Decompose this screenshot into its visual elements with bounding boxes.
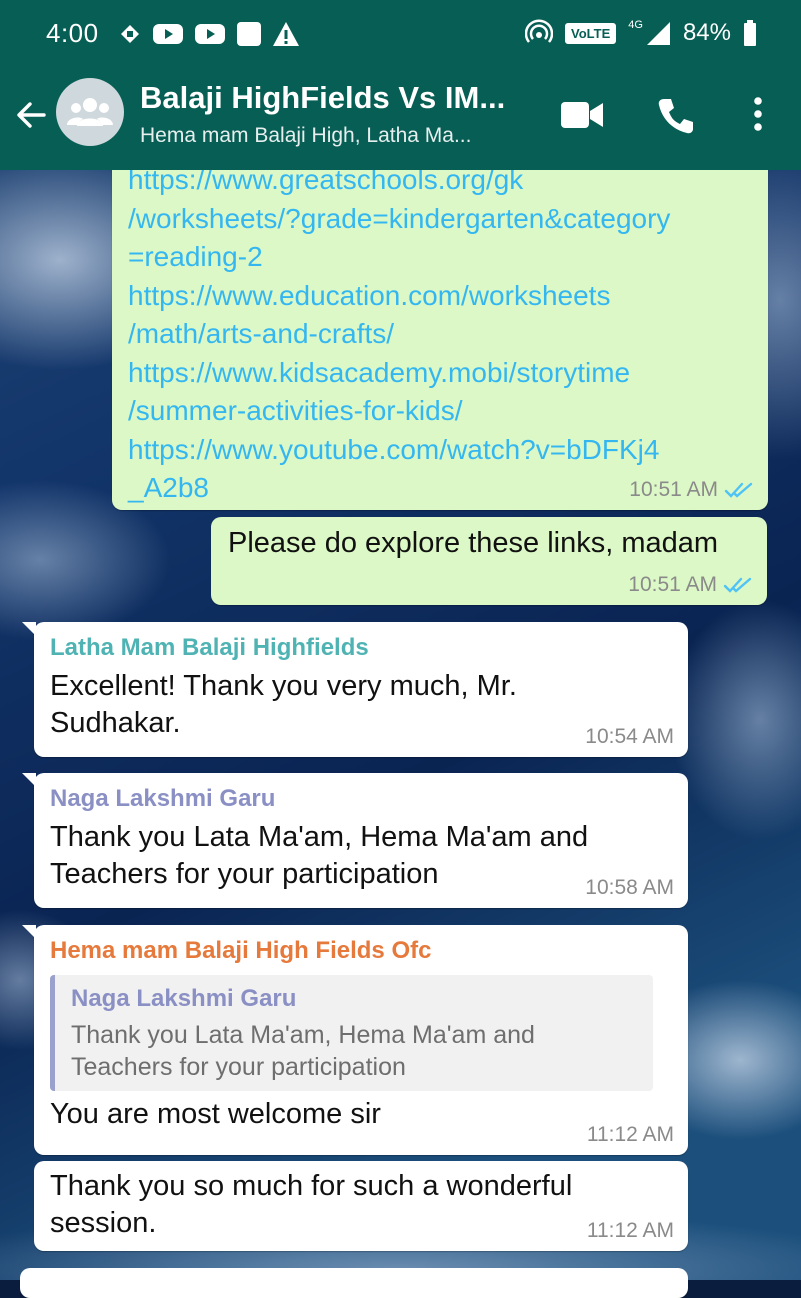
message-meta: 10:51 AM <box>628 573 753 597</box>
status-time: 4:00 <box>46 18 99 48</box>
message-text: You are most welcome sir <box>50 1098 381 1130</box>
status-bar: 4:00 VoLTE 4G 84% <box>0 0 801 64</box>
message-time: 10:51 AM <box>629 478 718 501</box>
bubble-tail <box>22 622 36 636</box>
status-right: VoLTE 4G 84% <box>525 18 757 48</box>
more-options-icon[interactable] <box>750 96 766 132</box>
message-time: 11:12 AM <box>586 1219 674 1242</box>
quoted-sender: Naga Lakshmi Garu <box>71 985 297 1012</box>
voice-call-icon[interactable] <box>656 96 696 136</box>
message-time: 10:58 AM <box>585 876 674 899</box>
chat-participants[interactable]: Hema mam Balaji High, Latha Ma... <box>140 124 471 148</box>
message-bubble-outgoing[interactable]: https://www.greatschools.org/gk /workshe… <box>112 140 768 510</box>
sender-name[interactable]: Latha Mam Balaji Highfields <box>50 634 672 662</box>
message-bubble-incoming[interactable]: Hema mam Balaji High Fields Ofc Naga Lak… <box>22 925 688 1155</box>
message-link[interactable]: /worksheets/?grade=kindergarten&category <box>128 200 754 239</box>
message-time: 10:51 AM <box>628 573 717 596</box>
message-text: Excellent! Thank you very much, Mr. Sudh… <box>50 670 517 739</box>
message-meta: 10:54 AM <box>585 725 674 749</box>
sender-name[interactable]: Naga Lakshmi Garu <box>50 785 672 813</box>
gmail-notification-icon <box>121 25 139 43</box>
group-avatar[interactable] <box>56 78 124 146</box>
message-link[interactable]: /math/arts-and-crafts/ <box>128 315 754 354</box>
app-notification-icon <box>237 22 261 46</box>
notification-icons <box>118 21 300 47</box>
signal-icon <box>646 22 670 45</box>
chat-header: Balaji HighFields Vs IM... Hema mam Bala… <box>0 64 801 170</box>
message-text: Thank you Lata Ma'am, Hema Ma'am and Tea… <box>50 821 589 890</box>
sender-name[interactable]: Hema mam Balaji High Fields Ofc <box>50 937 680 965</box>
volte-badge: VoLTE <box>565 22 617 44</box>
message-link[interactable]: https://www.kidsacademy.mobi/storytime <box>128 354 754 393</box>
bubble-tail <box>22 925 36 939</box>
message-time: 10:54 AM <box>585 725 674 748</box>
network-type: 4G <box>628 19 643 31</box>
message-text: Please do explore these links, madam <box>228 527 719 559</box>
message-bubble-incoming-partial[interactable] <box>20 1268 688 1298</box>
message-link[interactable]: https://www.youtube.com/watch?v=bDFKj4 <box>128 431 754 470</box>
message-meta: 10:58 AM <box>585 876 674 900</box>
message-meta: 11:12 AM <box>587 1219 674 1243</box>
message-link[interactable]: =reading-2 <box>128 238 754 277</box>
video-call-icon[interactable] <box>560 100 604 130</box>
hotspot-icon <box>525 19 554 43</box>
message-link[interactable]: /summer-activities-for-kids/ <box>128 392 754 431</box>
message-bubble-incoming[interactable]: Latha Mam Balaji Highfields Excellent! T… <box>22 622 688 757</box>
message-bubble-incoming[interactable]: Thank you so much for such a wonderful s… <box>34 1161 688 1251</box>
message-meta: 10:51 AM <box>629 478 754 502</box>
quoted-message[interactable]: Naga Lakshmi Garu Thank you Lata Ma'am, … <box>50 975 653 1091</box>
message-time: 11:12 AM <box>586 1123 674 1146</box>
battery-icon <box>744 20 756 46</box>
read-receipt-icon <box>723 577 752 593</box>
message-meta: 11:12 AM <box>587 1123 674 1147</box>
quoted-text: Thank you Lata Ma'am, Hema Ma'am and Tea… <box>71 1021 535 1081</box>
battery-percent: 84% <box>682 19 731 46</box>
group-avatar-icon <box>67 98 113 126</box>
warning-icon <box>273 22 299 46</box>
bubble-tail <box>22 773 36 787</box>
read-receipt-icon <box>724 482 753 498</box>
back-arrow-icon[interactable] <box>12 95 52 135</box>
youtube-notification-icon <box>153 24 183 44</box>
message-link[interactable]: https://www.education.com/worksheets <box>128 277 754 316</box>
message-bubble-incoming[interactable]: Naga Lakshmi Garu Thank you Lata Ma'am, … <box>22 773 688 908</box>
message-bubble-outgoing[interactable]: Please do explore these links, madam 10:… <box>211 517 767 605</box>
chat-title[interactable]: Balaji HighFields Vs IM... <box>140 80 505 116</box>
message-text: Thank you so much for such a wonderful s… <box>50 1170 573 1239</box>
youtube-notification-icon-2 <box>195 24 225 44</box>
